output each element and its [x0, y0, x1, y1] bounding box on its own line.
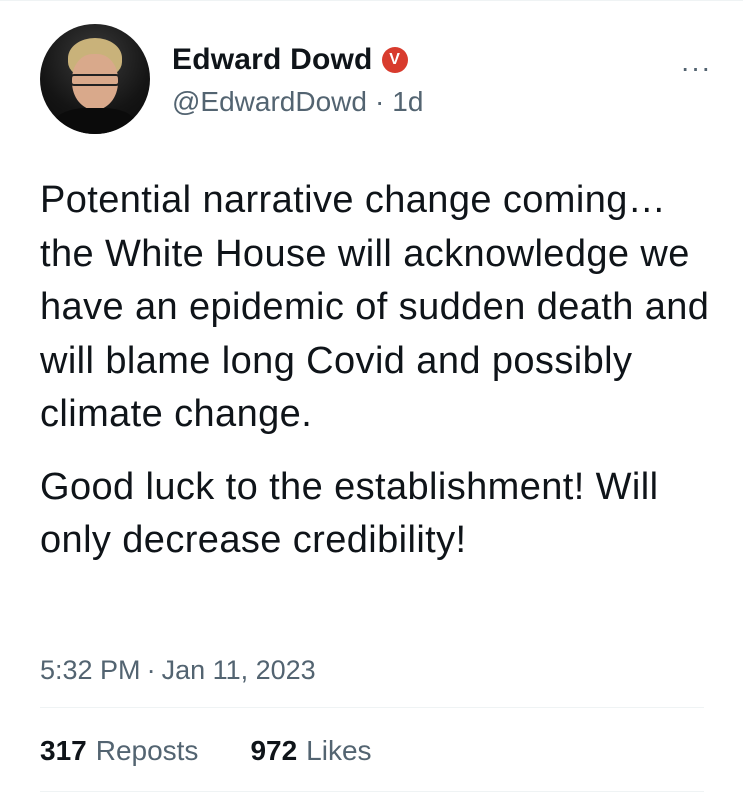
- author-meta-row: @EdwardDowd · 1d: [172, 84, 423, 120]
- author-handle[interactable]: @EdwardDowd: [172, 86, 367, 118]
- relative-time[interactable]: 1d: [392, 86, 423, 118]
- tweet-paragraph-2: Good luck to the establishment! Will onl…: [40, 465, 659, 562]
- engagement-stats: 317 Reposts 972 Likes: [40, 731, 372, 771]
- likes-count: 972: [250, 735, 298, 766]
- avatar[interactable]: [40, 24, 150, 134]
- likes-stat[interactable]: 972 Likes: [250, 735, 371, 767]
- avatar-glasses: [70, 74, 120, 86]
- reposts-label: Reposts: [95, 735, 199, 766]
- reposts-count: 317: [40, 735, 87, 766]
- top-divider: [0, 0, 743, 1]
- tweet-timestamp[interactable]: 5:32 PM · Jan 11, 2023: [40, 652, 316, 688]
- meta-separator: ·: [374, 86, 385, 117]
- avatar-shirt: [54, 108, 136, 134]
- reposts-stat[interactable]: 317 Reposts: [40, 735, 198, 767]
- likes-label: Likes: [306, 735, 372, 766]
- tweet-paragraph-1: Potential narrative change coming…the Wh…: [40, 179, 710, 435]
- author-name-row: Edward Dowd V: [172, 40, 408, 80]
- timestamp-time: 5:32 PM: [40, 654, 141, 685]
- stats-bottom-divider: [40, 791, 704, 792]
- timestamp-separator: ·: [146, 654, 156, 685]
- verified-badge-icon: V: [381, 47, 408, 73]
- timestamp-date: Jan 11, 2023: [161, 654, 316, 685]
- tweet-text: Potential narrative change coming…the Wh…: [40, 174, 720, 568]
- more-options-button[interactable]: ···: [676, 54, 716, 82]
- stats-top-divider: [40, 707, 704, 708]
- author-display-name[interactable]: Edward Dowd: [172, 43, 373, 77]
